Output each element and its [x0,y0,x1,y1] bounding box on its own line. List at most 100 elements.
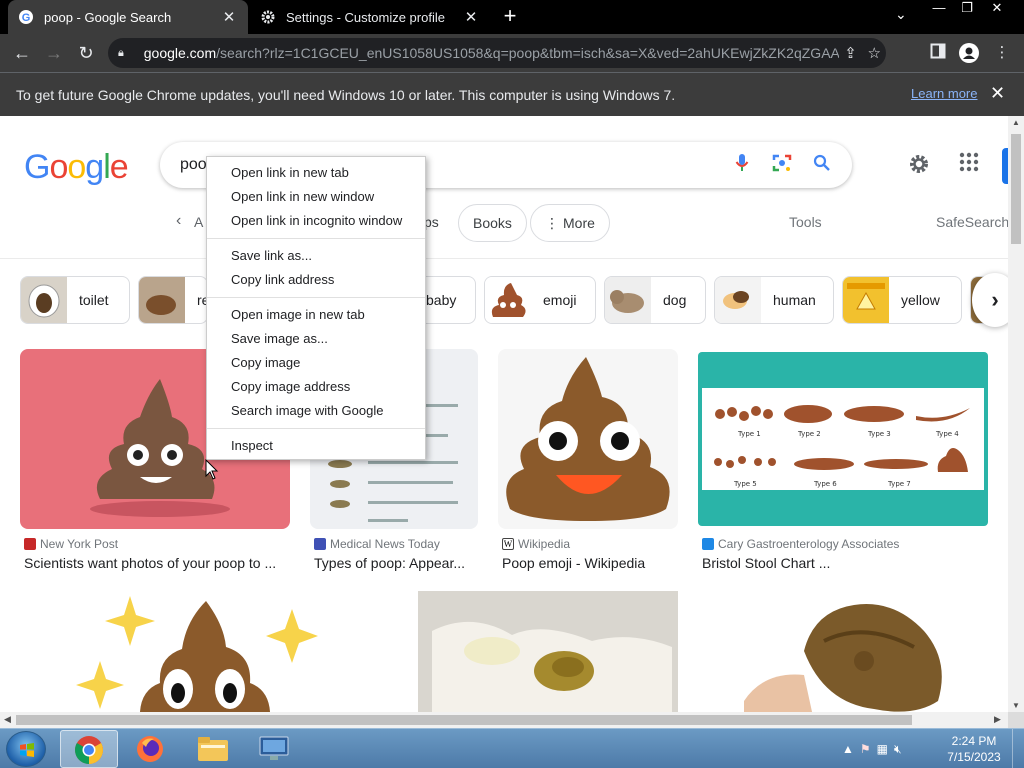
tab-search-chevron-icon[interactable]: ⌄ [895,6,907,23]
menu-open-link-new-tab[interactable]: Open link in new tab [207,161,425,185]
result-image[interactable] [392,591,704,712]
vertical-scroll-thumb[interactable] [1011,134,1021,244]
profile-avatar-icon[interactable] [959,43,979,63]
result-image[interactable] [498,349,678,529]
tab-google-search[interactable]: G poop - Google Search ✕ [8,0,248,34]
chip-label: emoji [543,292,577,308]
menu-save-link-as[interactable]: Save link as... [207,244,425,268]
menu-open-link-new-window[interactable]: Open link in new window [207,185,425,209]
google-lens-icon[interactable] [762,153,802,178]
menu-save-image-as[interactable]: Save image as... [207,327,425,351]
nypost-favicon-icon [24,538,36,550]
svg-text:G: G [22,12,31,24]
chip-label: toilet [79,292,109,308]
filter-row: ‹ A ps Books ⋮ More Tools SafeSearch [0,204,1008,244]
filter-partial[interactable]: ps [424,214,439,230]
close-window-button[interactable]: ✕ [982,0,1012,18]
chip-baby[interactable]: baby [420,276,476,324]
vertical-scrollbar[interactable]: ▲ ▼ [1008,116,1024,712]
menu-copy-image-address[interactable]: Copy image address [207,375,425,399]
settings-gear-icon[interactable] [906,152,932,178]
filter-all[interactable]: A [194,214,203,230]
search-icon[interactable] [802,154,842,177]
filter-more[interactable]: ⋮ More [530,204,610,242]
taskbar-chrome[interactable] [60,730,118,768]
tab-close-icon[interactable]: ✕ [220,8,238,26]
scroll-down-arrow-icon[interactable]: ▼ [1008,701,1024,710]
result-image[interactable] [20,591,372,712]
horizontal-scrollbar[interactable]: ◀ ▶ [0,712,1008,728]
tray-expand-icon[interactable]: ▲ [842,742,854,756]
back-button[interactable]: ← [10,41,34,65]
menu-search-image-with-google[interactable]: Search image with Google [207,399,425,423]
scroll-right-arrow-icon[interactable]: ▶ [994,714,1001,725]
context-menu: Open link in new tab Open link in new wi… [206,156,426,460]
volume-muted-icon[interactable]: 🔇︎ [894,742,902,757]
minimize-button[interactable]: — [924,0,954,18]
safesearch-button[interactable]: SafeSearch [936,214,1008,230]
scroll-left-arrow-icon[interactable]: ◀ [4,714,11,725]
menu-copy-image[interactable]: Copy image [207,351,425,375]
result-caption[interactable]: Scientists want photos of your poop to .… [24,555,276,571]
chip-toilet[interactable]: toilet [20,276,130,324]
reload-button[interactable]: ↻ [74,41,98,65]
url-text[interactable]: google.com/search?rlz=1C1GCEU_enUS1058US… [144,45,839,61]
infobar-close-icon[interactable]: ✕ [990,83,1005,104]
more-vert-icon: ⋮ [545,214,559,231]
chip-yellow[interactable]: yellow [842,276,962,324]
forward-button[interactable]: → [42,41,66,65]
address-bar[interactable]: 🔒︎ google.com/search?rlz=1C1GCEU_enUS105… [108,38,886,68]
taskbar-explorer[interactable] [184,730,242,768]
folder-icon [198,737,228,761]
menu-copy-link-address[interactable]: Copy link address [207,268,425,292]
result-caption[interactable]: Types of poop: Appear... [314,555,465,571]
tab-close-icon[interactable]: ✕ [462,8,480,26]
taskbar-remote-desktop[interactable] [246,730,304,768]
chip-emoji[interactable]: emoji [484,276,596,324]
chip-human[interactable]: human [714,276,834,324]
menu-inspect[interactable]: Inspect [207,434,425,458]
filter-books[interactable]: Books [458,204,527,242]
human-thumb [715,277,761,323]
action-center-flag-icon[interactable]: ⚑ [860,742,871,756]
taskbar-firefox[interactable] [122,730,180,768]
scroll-up-arrow-icon[interactable]: ▲ [1008,118,1024,127]
related-chips: toilet re baby emoji dog human yellow [0,276,1008,326]
header-divider [0,258,1008,259]
learn-more-link[interactable]: Learn more [911,86,977,101]
menu-separator [207,238,425,239]
chevron-left-icon[interactable]: ‹ [176,212,181,230]
result-image[interactable] [724,591,988,712]
result-image[interactable]: Type 1 Type 2 Type 3 Type 4 Type 5 Type … [698,352,988,526]
poop-thumb [139,277,185,323]
result-source: W Wikipedia [502,537,570,551]
show-desktop-button[interactable] [1012,729,1024,768]
tools-button[interactable]: Tools [789,214,822,230]
google-logo[interactable]: Google [24,148,129,187]
voice-search-mic-icon[interactable] [722,153,762,178]
menu-kebab-icon[interactable]: ⋮ [992,43,1012,63]
taskbar-clock[interactable]: 2:24 PM 7/15/2023 [944,733,1004,765]
side-panel-icon[interactable] [928,43,948,63]
start-button[interactable] [6,731,46,767]
google-images-page: Google poo ‹ A ps Books ⋮ More Tools Saf… [0,116,1008,712]
bookmark-star-icon[interactable]: ☆ [862,44,886,62]
chip-re[interactable]: re [138,276,208,324]
source-label: New York Post [40,537,119,551]
source-label: Cary Gastroenterology Associates [718,537,900,551]
tab-settings[interactable]: Settings - Customize profile ✕ [250,0,490,34]
result-caption[interactable]: Bristol Stool Chart ... [702,555,830,571]
horizontal-scroll-thumb[interactable] [16,715,912,725]
lock-icon[interactable]: 🔒︎ [118,47,134,60]
result-caption[interactable]: Poop emoji - Wikipedia [502,555,645,571]
menu-open-image-new-tab[interactable]: Open image in new tab [207,303,425,327]
wikipedia-favicon-icon: W [502,538,514,550]
network-icon[interactable]: ▦ [877,742,888,756]
chip-dog[interactable]: dog [604,276,706,324]
restore-button[interactable]: ❐ [952,0,982,18]
share-icon[interactable]: ⇪ [839,44,863,62]
google-apps-grid-icon[interactable] [956,152,982,178]
new-tab-button[interactable]: + [498,4,522,28]
menu-open-link-incognito[interactable]: Open link in incognito window [207,209,425,233]
monitor-icon [259,736,289,760]
